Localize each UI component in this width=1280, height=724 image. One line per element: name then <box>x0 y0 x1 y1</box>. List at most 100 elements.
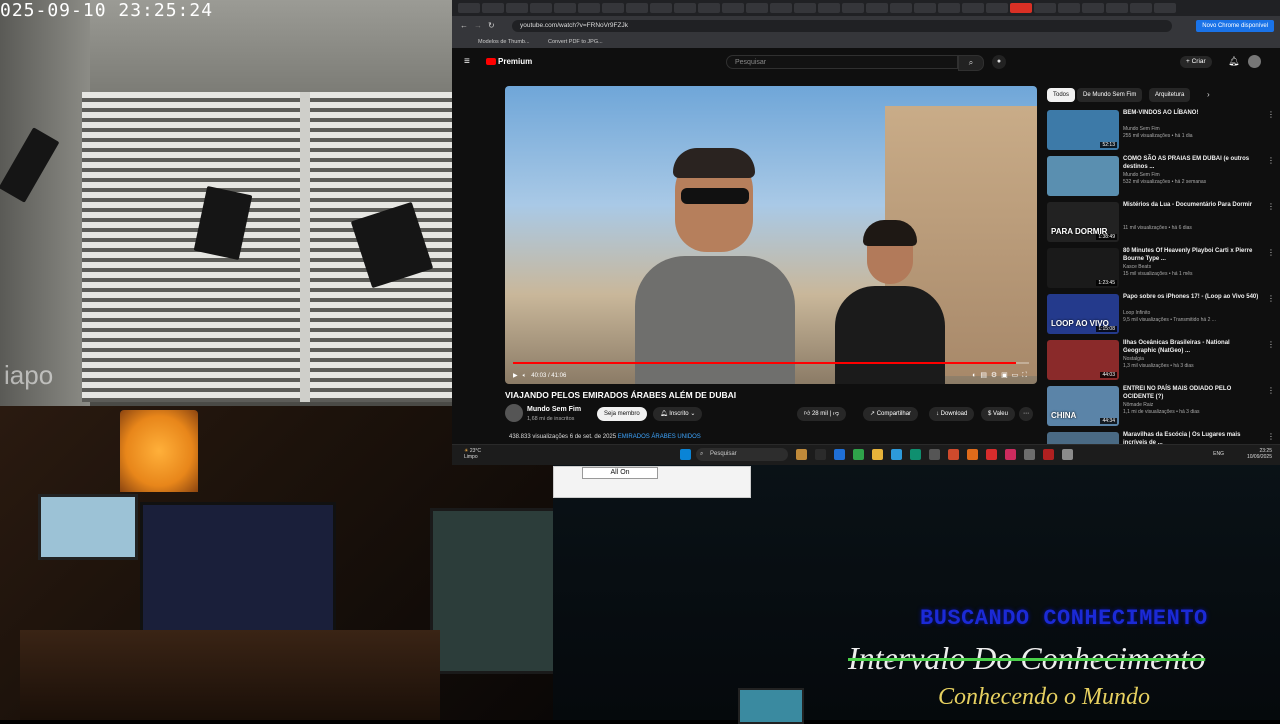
browser-tab[interactable] <box>1010 3 1032 13</box>
chevron-right-icon[interactable]: › <box>1207 90 1210 99</box>
browser-tab[interactable] <box>1058 3 1080 13</box>
volume-icon[interactable]: 🔈︎ <box>523 373 527 379</box>
browser-tab[interactable] <box>938 3 960 13</box>
recommendation-title[interactable]: ENTREI NO PAÍS MAIS ODIADO PELO OCIDENTE… <box>1123 386 1263 401</box>
browser-tab[interactable] <box>818 3 840 13</box>
taskbar-app-icon[interactable] <box>986 449 997 460</box>
back-icon[interactable]: ← <box>460 21 468 30</box>
youtube-logo[interactable]: Premium <box>486 57 532 66</box>
more-vert-icon[interactable]: ⋮ <box>1267 432 1275 441</box>
recommendation-item[interactable]: CHINA 44:34 ENTREI NO PAÍS MAIS ODIADO PEL… <box>1047 386 1275 426</box>
search-icon[interactable]: ⌕ <box>958 55 984 71</box>
taskbar-app-icon[interactable] <box>1062 449 1073 460</box>
recommendation-item[interactable]: ESCÓCIA Maravilhas da Escócia | Os Lugare… <box>1047 432 1275 444</box>
thanks-button[interactable]: $ Valeu <box>981 407 1015 421</box>
description-stats[interactable]: 438.833 visualizações 6 de set. de 2025 … <box>509 434 701 440</box>
recommendation-thumbnail[interactable]: PARA DORMIR 1:38:49 <box>1047 202 1119 242</box>
recommendation-item[interactable]: LOOP AO VIVO 1:15:08 Papo sobre os iPhones… <box>1047 294 1275 334</box>
recommendation-title[interactable]: 80 Minutes Of Heavenly Playboi Carti x P… <box>1123 248 1263 263</box>
download-button[interactable]: ↓ Download <box>929 407 975 421</box>
chip-architecture[interactable]: Arquitetura <box>1149 88 1191 102</box>
browser-tab[interactable] <box>578 3 600 13</box>
more-vert-icon[interactable]: ⋮ <box>1267 294 1275 303</box>
browser-tab[interactable] <box>650 3 672 13</box>
recommendation-thumbnail[interactable]: 52:13 <box>1047 110 1119 150</box>
browser-tab[interactable] <box>1082 3 1104 13</box>
more-actions-icon[interactable]: ⋯ <box>1019 407 1033 421</box>
browser-tab[interactable] <box>770 3 792 13</box>
more-vert-icon[interactable]: ⋮ <box>1267 386 1275 395</box>
taskbar-app-icon[interactable] <box>967 449 978 460</box>
taskbar-app-icon[interactable] <box>910 449 921 460</box>
recommendation-thumbnail[interactable]: ESCÓCIA <box>1047 432 1119 444</box>
weather-widget[interactable]: ☀ 23°C Limpo <box>464 448 481 460</box>
browser-tab[interactable] <box>962 3 984 13</box>
browser-tab[interactable] <box>842 3 864 13</box>
taskbar-app-icon[interactable] <box>891 449 902 460</box>
taskbar-app-icon[interactable] <box>1005 449 1016 460</box>
forward-icon[interactable]: → <box>474 21 482 30</box>
share-button[interactable]: ↗ Compartilhar <box>863 407 919 421</box>
recommendation-item[interactable]: 52:13 BEM-VINDOS AO LÍBANO! Mundo Sem Fim 2… <box>1047 110 1275 150</box>
browser-tab[interactable] <box>1130 3 1152 13</box>
clock[interactable]: 23:25 10/09/2025 <box>1247 448 1272 460</box>
recommendation-thumbnail[interactable] <box>1047 156 1119 196</box>
microphone-icon[interactable]: ● <box>992 55 1006 69</box>
hashtag-link[interactable]: EMIRADOS ÁRABES UNIDOS <box>618 434 701 440</box>
autoplay-toggle[interactable]: ◐ <box>972 372 976 379</box>
search-input[interactable]: Pesquisar <box>726 55 958 69</box>
recommendation-title[interactable]: COMO SÃO AS PRAIAS EM DUBAI (e outros de… <box>1123 156 1263 171</box>
all-on-button[interactable]: All On <box>582 467 658 479</box>
browser-tab[interactable] <box>506 3 528 13</box>
notifications-icon[interactable]: 🔔︎ <box>1228 56 1239 67</box>
account-avatar[interactable] <box>1248 55 1261 68</box>
taskbar-app-icon[interactable] <box>834 449 845 460</box>
recommendation-title[interactable]: Maravilhas da Escócia | Os Lugares mais … <box>1123 432 1263 444</box>
url-field[interactable]: youtube.com/watch?v=FRNoVr9FZJk <box>512 20 1172 32</box>
channel-name[interactable]: Mundo Sem Fim <box>527 406 581 413</box>
taskbar-app-icon[interactable] <box>815 449 826 460</box>
captions-icon[interactable]: ▤ <box>980 372 987 379</box>
create-button[interactable]: + Criar <box>1180 56 1212 68</box>
update-chrome-button[interactable]: Novo Chrome disponível <box>1196 20 1274 32</box>
browser-tab[interactable] <box>530 3 552 13</box>
recommendation-item[interactable]: PARA DORMIR 1:38:49 Mistérios da Lua - Doc… <box>1047 202 1275 242</box>
settings-icon[interactable]: ⚙ <box>991 372 997 379</box>
taskbar-app-icon[interactable] <box>1024 449 1035 460</box>
browser-tab[interactable] <box>1154 3 1176 13</box>
browser-tab[interactable] <box>1034 3 1056 13</box>
more-vert-icon[interactable]: ⋮ <box>1267 248 1275 257</box>
browser-tab[interactable] <box>482 3 504 13</box>
browser-tab[interactable] <box>866 3 888 13</box>
more-vert-icon[interactable]: ⋮ <box>1267 202 1275 211</box>
language-indicator[interactable]: ENG <box>1213 451 1224 457</box>
taskbar-app-icon[interactable] <box>948 449 959 460</box>
browser-tab[interactable] <box>746 3 768 13</box>
more-vert-icon[interactable]: ⋮ <box>1267 110 1275 119</box>
menu-icon[interactable]: ≡ <box>464 56 470 67</box>
recommendation-title[interactable]: Ilhas Oceânicas Brasileiras - National G… <box>1123 340 1263 355</box>
reload-icon[interactable]: ↻ <box>488 21 495 30</box>
recommendation-thumbnail[interactable]: 1:23:45 <box>1047 248 1119 288</box>
taskbar-app-icon[interactable] <box>853 449 864 460</box>
browser-tab[interactable] <box>626 3 648 13</box>
browser-tab[interactable] <box>458 3 480 13</box>
recommendation-item[interactable]: COMO SÃO AS PRAIAS EM DUBAI (e outros de… <box>1047 156 1275 196</box>
recommendation-thumbnail[interactable]: LOOP AO VIVO 1:15:08 <box>1047 294 1119 334</box>
bookmark-item[interactable]: Modelos de Thumb... <box>478 39 530 45</box>
browser-tab[interactable] <box>674 3 696 13</box>
browser-tab[interactable] <box>698 3 720 13</box>
browser-tab[interactable] <box>554 3 576 13</box>
browser-tab[interactable] <box>890 3 912 13</box>
browser-tab[interactable] <box>602 3 624 13</box>
progress-bar[interactable] <box>513 362 1029 364</box>
subscribed-button[interactable]: 🔔︎ Inscrito ⌄ <box>653 407 703 421</box>
recommendation-title[interactable]: Papo sobre os iPhones 17! - (Loop ao Viv… <box>1123 294 1263 302</box>
taskbar-app-icon[interactable] <box>1043 449 1054 460</box>
recommendation-title[interactable]: Mistérios da Lua - Documentário Para Dor… <box>1123 202 1263 210</box>
video-player[interactable]: ▶ 🔈︎ 40:03 / 41:06 ◐ ▤ ⚙ ▣ ▭ ⛶ <box>505 86 1037 384</box>
taskbar-search[interactable]: ⌕ Pesquisar <box>696 448 788 461</box>
taskbar-app-icon[interactable] <box>872 449 883 460</box>
more-vert-icon[interactable]: ⋮ <box>1267 340 1275 349</box>
recommendation-thumbnail[interactable]: 44:03 <box>1047 340 1119 380</box>
